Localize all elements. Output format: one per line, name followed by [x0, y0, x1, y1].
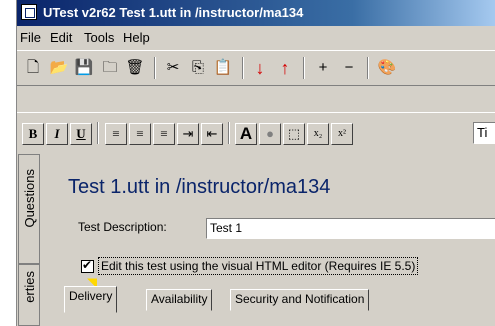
move-down-icon[interactable]: ↓ — [250, 58, 270, 78]
page-title: Test 1.utt in /instructor/ma134 — [68, 176, 331, 198]
tab-properties-label: erties — [22, 271, 37, 303]
align-left-icon[interactable]: ≡ — [105, 123, 127, 145]
window-title: UTest v2r62 Test 1.utt in /instructor/ma… — [43, 5, 304, 20]
save-disk-icon[interactable]: 💾 — [74, 58, 94, 78]
cut-icon[interactable]: ✂ — [163, 58, 183, 78]
new-document-icon[interactable]: 🗋 — [23, 58, 43, 78]
toolbar-separator — [242, 57, 244, 79]
visual-editor-checkbox[interactable] — [81, 258, 94, 273]
align-center-icon[interactable]: ≡ — [129, 123, 151, 145]
toolbar-separator — [303, 57, 305, 79]
align-right-icon[interactable]: ≡ — [153, 123, 175, 145]
font-color-icon[interactable]: ● — [259, 123, 281, 145]
tab-questions-label: Questions — [22, 169, 37, 228]
description-label: Test Description: — [78, 220, 167, 234]
paste-icon[interactable]: 📋 — [213, 58, 233, 78]
outdent-icon[interactable]: ⇤ — [201, 123, 223, 145]
toolbar-separator — [97, 122, 99, 144]
font-size-button[interactable]: A — [235, 123, 257, 145]
menu-help[interactable]: Help — [123, 30, 150, 45]
font-name-field[interactable]: Ti — [473, 122, 495, 144]
toolbar-separator — [367, 57, 369, 79]
subscript-button[interactable]: x₂ — [307, 123, 329, 145]
title-bar[interactable]: UTest v2r62 Test 1.utt in /instructor/ma… — [17, 0, 495, 26]
visual-editor-label[interactable]: Edit this test using the visual HTML edi… — [98, 257, 419, 275]
tab-questions[interactable]: Questions — [18, 154, 40, 264]
remove-icon[interactable]: − — [339, 58, 359, 78]
format-toolbar: B I U ≡ ≡ ≡ ⇥ ⇤ A ● ⬚ x₂ x² Ti — [17, 112, 495, 151]
superscript-button[interactable]: x² — [331, 123, 353, 145]
app-icon — [21, 4, 37, 20]
italic-button[interactable]: I — [46, 123, 68, 145]
main-panel: Test 1.utt in /instructor/ma134 Test Des… — [58, 168, 495, 326]
tab-delivery[interactable]: Delivery — [64, 286, 118, 313]
menu-bar: File Edit Tools Help — [17, 28, 495, 48]
tab-security-notification[interactable]: Security and Notification — [230, 289, 370, 311]
tab-properties[interactable]: erties — [18, 264, 40, 326]
folder-icon[interactable]: 🗀 — [100, 58, 120, 78]
open-folder-icon[interactable]: 📂 — [49, 58, 69, 78]
menu-file[interactable]: File — [20, 30, 41, 45]
toolbar-separator — [228, 122, 230, 144]
trash-icon[interactable]: 🗑 — [125, 58, 145, 78]
menu-edit[interactable]: Edit — [50, 30, 72, 45]
menu-tools[interactable]: Tools — [84, 30, 114, 45]
bold-button[interactable]: B — [22, 123, 44, 145]
toolbar-separator — [154, 57, 156, 79]
tab-availability[interactable]: Availability — [146, 289, 213, 311]
underline-button[interactable]: U — [70, 123, 92, 145]
move-up-icon[interactable]: ↑ — [275, 58, 295, 78]
app-window: UTest v2r62 Test 1.utt in /instructor/ma… — [16, 0, 495, 326]
insert-image-icon[interactable]: ⬚ — [283, 123, 305, 145]
add-icon[interactable]: + — [313, 58, 333, 78]
indent-icon[interactable]: ⇥ — [177, 123, 199, 145]
copy-icon[interactable]: ⎘ — [188, 58, 208, 78]
palette-icon[interactable]: 🎨 — [377, 58, 397, 78]
description-input[interactable]: Test 1 — [206, 218, 495, 239]
main-toolbar: 🗋 📂 💾 🗀 🗑 ✂ ⎘ 📋 ↓ ↑ + − 🎨 — [17, 50, 495, 86]
